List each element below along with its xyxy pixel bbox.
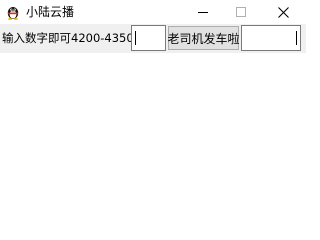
number-input[interactable] [131, 25, 166, 51]
close-icon [277, 6, 289, 18]
number-range-label: 输入数字即可4200-4350 [2, 31, 134, 45]
secondary-input[interactable] [241, 25, 301, 51]
content-area [0, 53, 306, 239]
maximize-icon [236, 7, 246, 17]
start-button[interactable]: 老司机发车啦 [168, 26, 240, 50]
toolbar: 输入数字即可4200-4350 老司机发车啦 [0, 24, 306, 53]
maximize-button[interactable] [224, 0, 258, 24]
close-button[interactable] [266, 0, 300, 24]
minimize-icon [198, 12, 208, 13]
qq-penguin-icon [7, 7, 19, 20]
text-caret [135, 31, 136, 45]
title-bar[interactable]: 小陆云播 [0, 0, 306, 24]
app-window: 小陆云播 输入数字即可4200-4350 老司机发车啦 [0, 0, 306, 239]
minimize-button[interactable] [186, 0, 220, 24]
window-title: 小陆云播 [26, 5, 75, 19]
text-caret [296, 31, 297, 45]
